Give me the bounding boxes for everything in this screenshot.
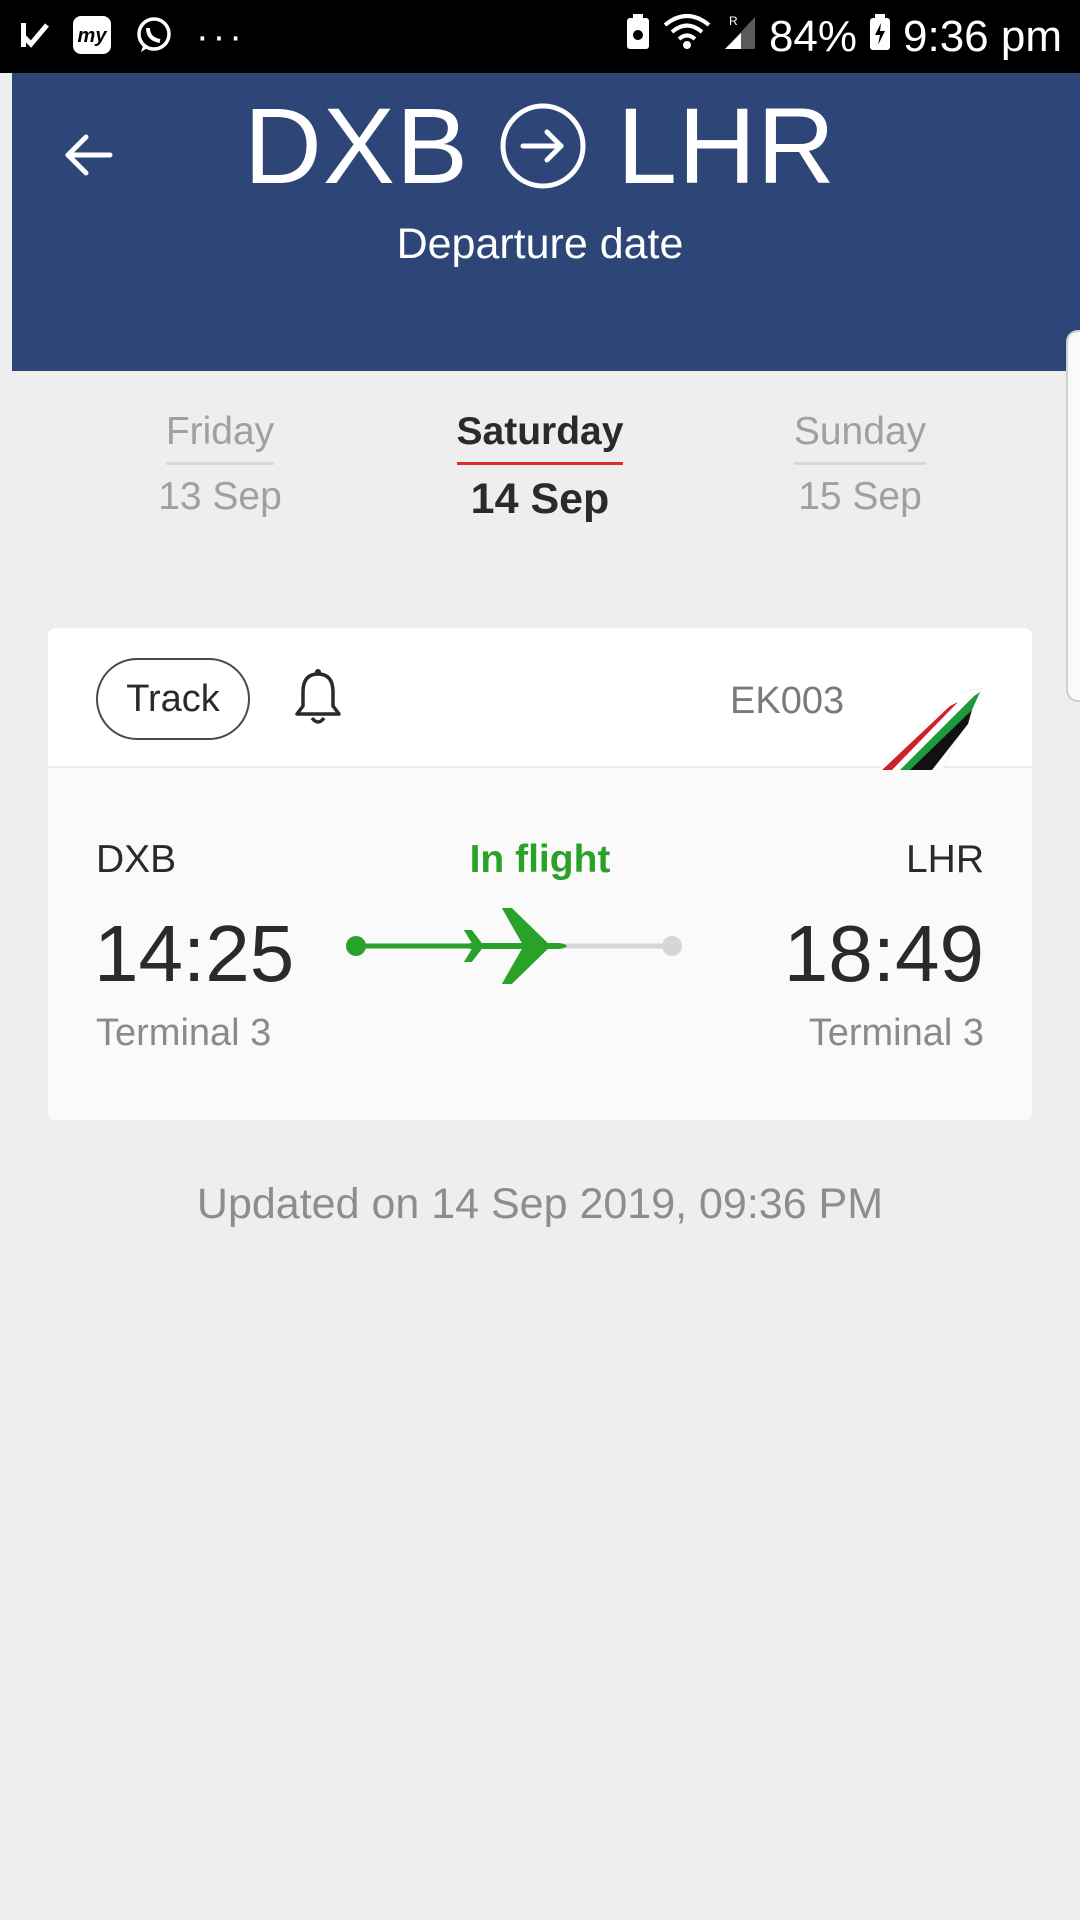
flight-card[interactable]: Track EK003 DXB In flight LHR 14:25 18:4… xyxy=(48,628,1032,1120)
date-tab-sunday[interactable]: Sunday 15 Sep xyxy=(780,410,940,519)
updated-timestamp: Updated on 14 Sep 2019, 09:36 PM xyxy=(196,1180,884,1228)
airline-tail-logo xyxy=(876,678,986,771)
date-tab-friday[interactable]: Friday 13 Sep xyxy=(140,410,300,519)
tab-day-label: Saturday xyxy=(456,410,624,465)
destination-code: LHR xyxy=(617,85,837,206)
wifi-icon xyxy=(663,12,711,62)
bell-icon[interactable] xyxy=(292,668,344,728)
battery-percent: 84% xyxy=(768,12,858,61)
destination-dot xyxy=(662,936,682,956)
scroll-edge-indicator xyxy=(1066,330,1080,702)
flight-number: EK003 xyxy=(730,680,845,722)
tab-date-label: 13 Sep xyxy=(158,475,282,518)
arrival-time: 18:49 xyxy=(783,909,984,998)
notification-icons: my ··· xyxy=(18,14,246,60)
battery-charging-icon xyxy=(869,12,891,62)
status-bar: my ··· R 84% 9:36 pm xyxy=(0,0,1080,73)
departure-terminal: Terminal 3 xyxy=(96,1012,272,1054)
origin-code: DXB xyxy=(243,85,469,206)
route-title: DXB LHR xyxy=(0,92,1080,200)
departure-time: 14:25 xyxy=(94,909,295,998)
airplane-icon xyxy=(463,908,567,984)
system-icons: R 84% 9:36 pm xyxy=(625,10,1062,64)
track-button[interactable]: Track xyxy=(96,658,250,740)
check-icon xyxy=(18,19,50,56)
route-arrow-icon xyxy=(499,102,587,190)
battery-saver-icon xyxy=(625,12,651,62)
svg-text:R: R xyxy=(729,14,738,28)
destination-airport-code: LHR xyxy=(905,838,984,881)
whatsapp-icon xyxy=(134,15,174,60)
origin-dot xyxy=(346,936,366,956)
my-app-icon: my xyxy=(72,15,112,60)
flight-status: In flight xyxy=(469,838,611,881)
tab-date-label: 14 Sep xyxy=(470,475,610,523)
tab-day-label: Friday xyxy=(165,410,275,465)
tab-day-label: Sunday xyxy=(793,410,927,465)
svg-text:my: my xyxy=(78,25,108,47)
arrival-terminal: Terminal 3 xyxy=(808,1012,984,1054)
departure-date-label: Departure date xyxy=(396,220,684,268)
more-dots-icon: ··· xyxy=(196,16,246,58)
date-tab-saturday[interactable]: Saturday 14 Sep xyxy=(430,410,650,524)
flight-card-header: Track EK003 xyxy=(48,628,1032,771)
signal-icon: R xyxy=(723,12,757,62)
tab-date-label: 15 Sep xyxy=(798,475,922,518)
clock: 9:36 pm xyxy=(903,12,1062,61)
flight-progress xyxy=(346,908,682,984)
